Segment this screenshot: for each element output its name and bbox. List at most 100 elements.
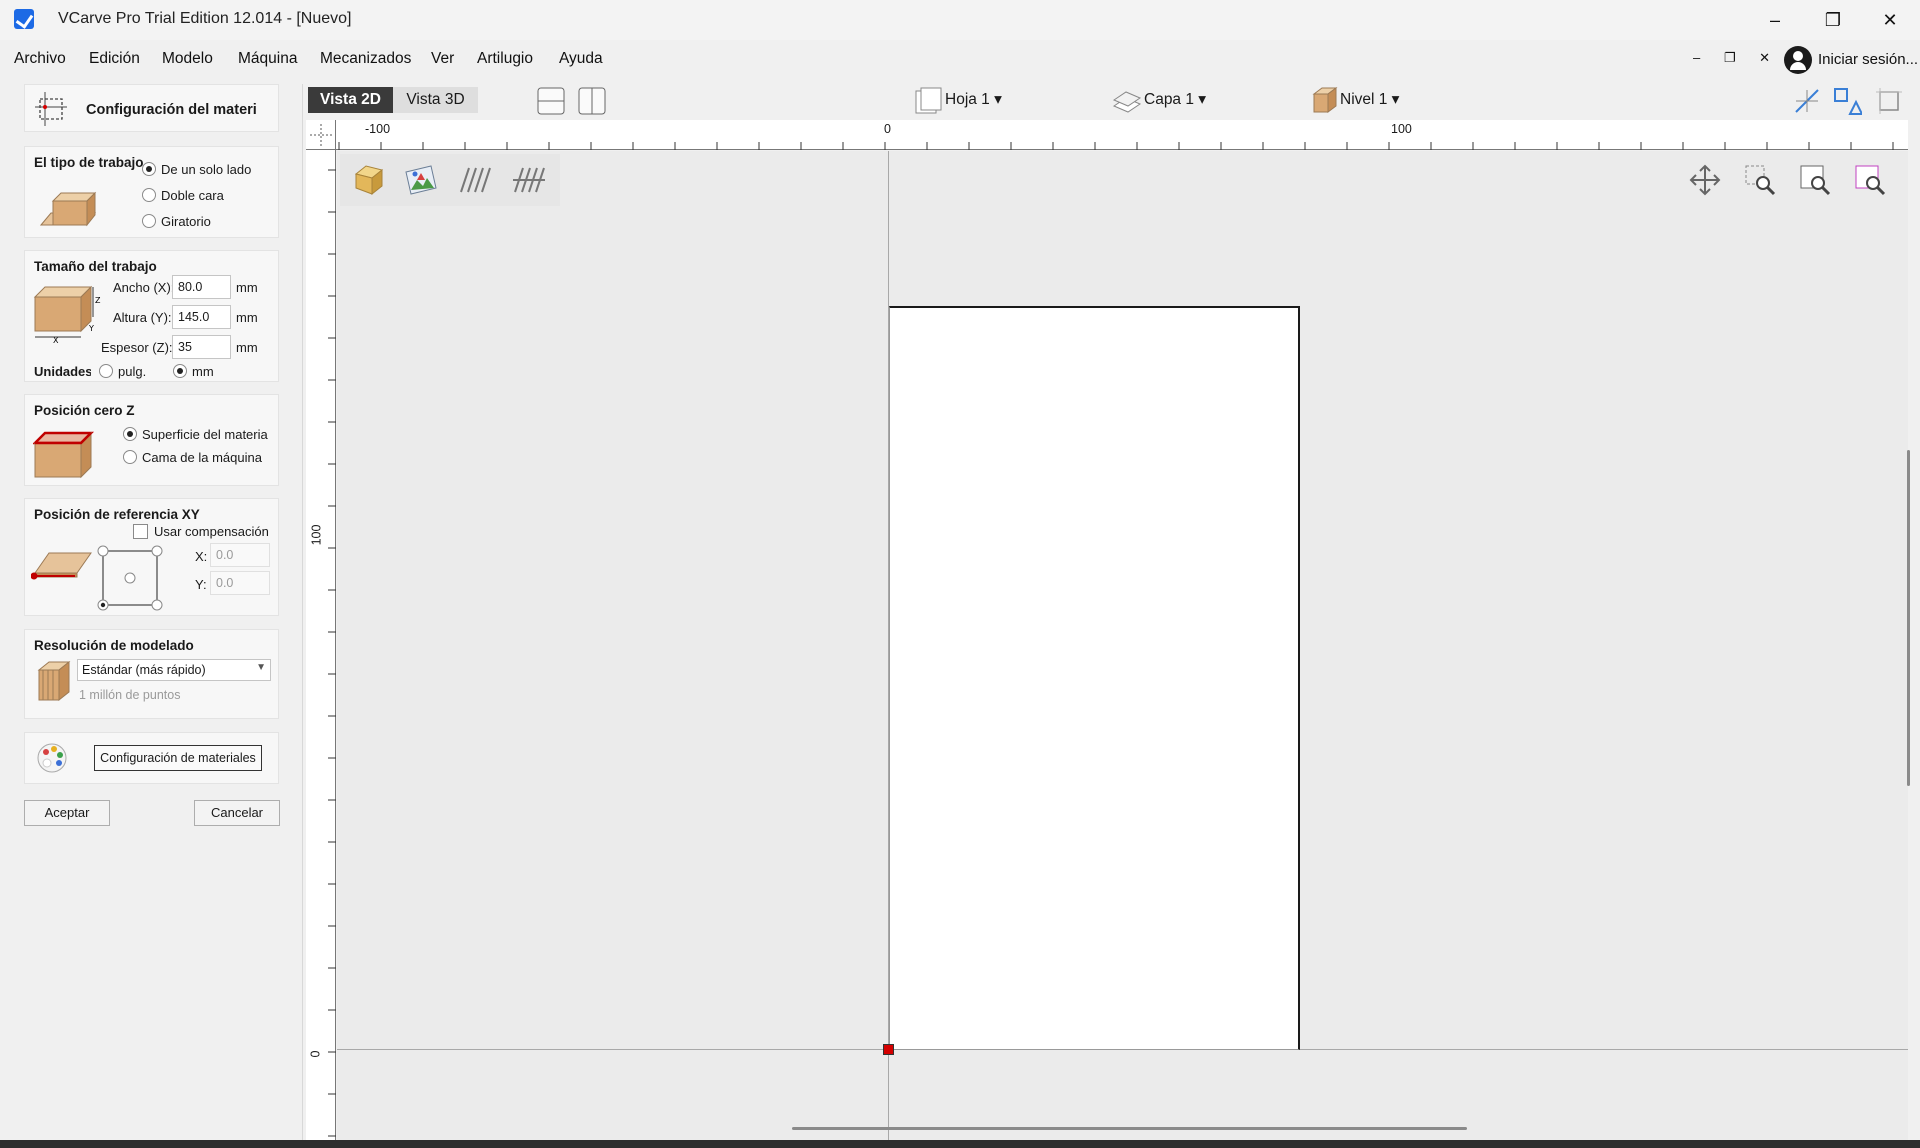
snap-icon[interactable] [1792, 86, 1822, 116]
use-offset-checkbox[interactable] [133, 524, 148, 539]
cancel-button[interactable]: Cancelar [194, 800, 280, 826]
chevron-down-icon: ▼ [256, 662, 266, 673]
job-size-section: Tamaño del trabajo X Z Y Ancho (X): mm A… [24, 250, 279, 382]
z-zero-bed-radio[interactable] [123, 450, 137, 464]
datum-x-input[interactable] [210, 543, 270, 567]
menu-mecanizados[interactable]: Mecanizados [320, 50, 411, 68]
panel-title: Configuración del materi [86, 102, 257, 118]
thickness-label: Espesor (Z): [101, 340, 173, 355]
height-label: Altura (Y): [113, 310, 172, 325]
thickness-unit: mm [236, 340, 258, 355]
close-button[interactable]: ✕ [1863, 0, 1917, 40]
menu-archivo[interactable]: Archivo [14, 50, 66, 68]
image-landscape-icon[interactable] [403, 162, 439, 198]
horizontal-ruler: -100 0 100 [336, 120, 1908, 150]
resolution-dropdown[interactable]: Estándar (más rápido) ▼ [77, 659, 271, 681]
ruler-corner[interactable] [306, 120, 336, 150]
resolution-selected-value: Estándar (más rápido) [82, 663, 206, 677]
materials-section: Configuración de materiales [24, 732, 279, 784]
ruler-v-label-100: 100 [309, 524, 324, 546]
xy-datum-block-icon [31, 552, 92, 580]
status-strip [0, 1140, 1920, 1148]
z-zero-section: Posición cero Z Superficie del materia C… [24, 394, 279, 486]
job-type-double-radio[interactable] [142, 188, 156, 202]
mdi-window-controls[interactable]: – ❐ ✕ [1693, 50, 1780, 66]
ok-button[interactable]: Aceptar [24, 800, 110, 826]
z-zero-surface-radio[interactable] [123, 427, 137, 441]
sheet-dropdown[interactable]: Hoja 1 ▾ [945, 90, 1002, 109]
zoom-extents-icon[interactable] [1798, 163, 1832, 197]
svg-text:Y: Y [88, 324, 94, 333]
xy-datum-section: Posición de referencia XY Usar compensac… [24, 498, 279, 616]
height-input[interactable] [172, 305, 231, 329]
tab-2d-view[interactable]: Vista 2D [308, 87, 393, 113]
job-type-rotary-label: Giratorio [161, 214, 211, 229]
single-sided-block-icon [39, 191, 97, 227]
z-zero-title: Posición cero Z [34, 403, 135, 418]
xy-datum-title: Posición de referencia XY [34, 507, 200, 522]
units-mm-label: mm [192, 364, 214, 379]
split-horizontal-icon[interactable] [536, 86, 566, 116]
shapes-icon[interactable] [1832, 86, 1862, 116]
zoom-selection-icon[interactable] [1853, 163, 1887, 197]
zoom-box-icon[interactable] [1743, 163, 1777, 197]
level-icon [1312, 87, 1338, 113]
raster-toolpath-icon[interactable] [457, 162, 493, 198]
login-link[interactable]: Iniciar sesión... [1818, 51, 1918, 68]
title-bar: VCarve Pro Trial Edition 12.014 - [Nuevo… [0, 0, 1920, 40]
restore-button[interactable]: ❐ [1806, 0, 1860, 40]
tab-3d-view[interactable]: Vista 3D [393, 87, 478, 113]
menu-ver[interactable]: Ver [431, 50, 454, 68]
user-account-icon[interactable] [1784, 46, 1812, 74]
menu-maquina[interactable]: Máquina [238, 50, 297, 68]
menu-bar: Archivo Edición Modelo Máquina Mecanizad… [0, 44, 1920, 74]
level-dropdown[interactable]: Nivel 1 ▾ [1340, 90, 1399, 109]
split-vertical-icon[interactable] [577, 86, 607, 116]
layer-dropdown[interactable]: Capa 1 ▾ [1144, 90, 1206, 109]
width-label: Ancho (X): [113, 280, 175, 295]
fit-to-view-icon[interactable] [1874, 86, 1904, 116]
vertical-ruler-ticks [328, 169, 336, 1137]
z-zero-bed-label: Cama de la máquina [142, 450, 262, 465]
job-type-rotary-radio[interactable] [142, 214, 156, 228]
menu-artilugio[interactable]: Artilugio [477, 50, 533, 68]
units-label: Unidades [34, 364, 91, 379]
origin-marker [883, 1044, 894, 1055]
job-setup-icon [35, 92, 67, 126]
xy-datum-selector[interactable] [93, 541, 163, 611]
vcarve-logo-icon [14, 9, 34, 29]
menu-edicion[interactable]: Edición [89, 50, 140, 68]
pan-icon[interactable] [1688, 163, 1722, 197]
svg-text:Z: Z [95, 296, 101, 305]
vertical-scrollbar[interactable] [1907, 450, 1910, 786]
resolution-section: Resolución de modelado Estándar (más ráp… [24, 629, 279, 719]
view-toolbar: Vista 2D Vista 3D Hoja 1 ▾ Capa 1 ▾ Nive… [306, 84, 1920, 118]
offset-toolpath-icon[interactable] [511, 162, 547, 198]
job-type-single-radio[interactable] [142, 162, 156, 176]
minimize-button[interactable]: – [1748, 0, 1802, 40]
ruler-h-label-0: 0 [884, 122, 891, 136]
job-type-section: El tipo de trabajo De un solo lado Doble… [24, 146, 279, 238]
material-setup-button[interactable]: Configuración de materiales [94, 745, 262, 771]
z-zero-surface-icon [33, 431, 95, 479]
units-mm-radio[interactable] [173, 364, 187, 378]
drawing-canvas[interactable] [337, 151, 1908, 1140]
ruler-v-label-0: 0 [308, 1050, 323, 1058]
units-inch-radio[interactable] [99, 364, 113, 378]
menu-ayuda[interactable]: Ayuda [559, 50, 603, 68]
thickness-input[interactable] [172, 335, 231, 359]
horizontal-scrollbar[interactable] [792, 1127, 1467, 1130]
menu-modelo[interactable]: Modelo [162, 50, 213, 68]
modelling-tool-strip [340, 154, 560, 206]
svg-text:X: X [53, 336, 59, 343]
resolution-icon [37, 660, 71, 702]
width-input[interactable] [172, 275, 231, 299]
job-dimensions-icon: X Z Y [33, 285, 101, 343]
window-title: VCarve Pro Trial Edition 12.014 - [Nuevo… [58, 10, 352, 27]
datum-y-input[interactable] [210, 571, 270, 595]
job-material-sheet [889, 306, 1300, 1050]
job-type-title: El tipo de trabajo [34, 155, 144, 170]
job-setup-panel: Configuración del materi El tipo de trab… [0, 84, 303, 1144]
component-block-icon[interactable] [350, 162, 386, 198]
job-type-double-label: Doble cara [161, 188, 224, 203]
